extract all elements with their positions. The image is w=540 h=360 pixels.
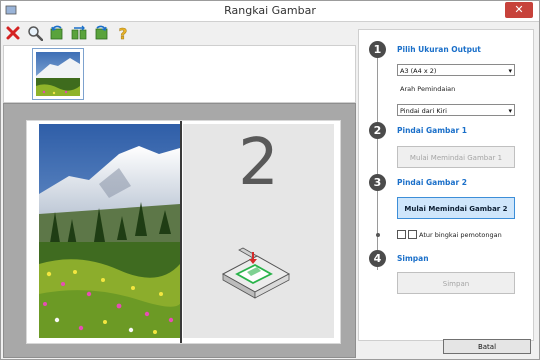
thumbnail-area — [3, 45, 356, 103]
scan-image-1-button[interactable]: Mulai Memindai Gambar 1 — [397, 146, 515, 168]
scan-direction-label: Arah Pemindaian — [400, 85, 456, 93]
page-divider — [180, 121, 182, 343]
steps-panel: 1 Pilih Ukuran Output A3 (A4 x 2) ▾ Arah… — [358, 29, 534, 341]
output-page: 2 — [26, 120, 341, 344]
steps-connector — [377, 52, 378, 270]
delete-icon[interactable] — [3, 23, 23, 43]
toolbar: ? — [3, 23, 133, 43]
step-3-label: Pindai Gambar 2 — [397, 178, 468, 187]
rotate-right-icon[interactable] — [91, 23, 111, 43]
preview-area: 2 — [3, 103, 356, 358]
step-3-marker: 3 — [369, 174, 386, 191]
rotate-left-icon[interactable] — [47, 23, 67, 43]
scan-direction-select[interactable]: Pindai dari Kiri ▾ — [397, 104, 515, 116]
scan-image-2-button[interactable]: Mulai Memindai Gambar 2 — [397, 197, 515, 219]
help-icon[interactable]: ? — [113, 23, 133, 43]
scanned-image-1[interactable] — [39, 124, 182, 338]
crop-frame-checkbox-a[interactable] — [397, 230, 406, 239]
output-size-select[interactable]: A3 (A4 x 2) ▾ — [397, 64, 515, 76]
image-thumbnail[interactable] — [32, 48, 84, 100]
close-button[interactable]: ✕ — [505, 2, 533, 18]
connector-dot — [376, 233, 380, 237]
scan-direction-value: Pindai dari Kiri — [400, 107, 447, 115]
crop-frame-row: Atur bingkai pemotongan — [397, 230, 502, 239]
landscape-photo — [39, 124, 182, 338]
title-bar: Rangkai Gambar ✕ — [1, 1, 539, 22]
crop-frame-label: Atur bingkai pemotongan — [419, 230, 502, 239]
zoom-icon[interactable] — [25, 23, 45, 43]
step-4-marker: 4 — [369, 250, 386, 267]
chevron-down-icon: ▾ — [508, 67, 512, 75]
scanner-icon — [221, 247, 291, 299]
svg-text:?: ? — [119, 25, 128, 41]
output-size-value: A3 (A4 x 2) — [400, 67, 437, 75]
placeholder-number: 2 — [238, 126, 279, 200]
save-button[interactable]: Simpan — [397, 272, 515, 294]
cancel-button[interactable]: Batal — [443, 339, 531, 354]
step-2-label: Pindai Gambar 1 — [397, 126, 468, 135]
chevron-down-icon: ▾ — [508, 107, 512, 115]
window-title: Rangkai Gambar — [224, 4, 316, 17]
step-1-label: Pilih Ukuran Output — [397, 45, 481, 54]
app-window: Rangkai Gambar ✕ ? 2 1 Pilih Ukuran Outp… — [0, 0, 540, 360]
scan-placeholder-2: 2 — [183, 124, 334, 338]
crop-frame-checkbox[interactable] — [408, 230, 417, 239]
step-2-marker: 2 — [369, 122, 386, 139]
step-4-label: Simpan — [397, 254, 429, 263]
swap-icon[interactable] — [69, 23, 89, 43]
step-1-marker: 1 — [369, 41, 386, 58]
